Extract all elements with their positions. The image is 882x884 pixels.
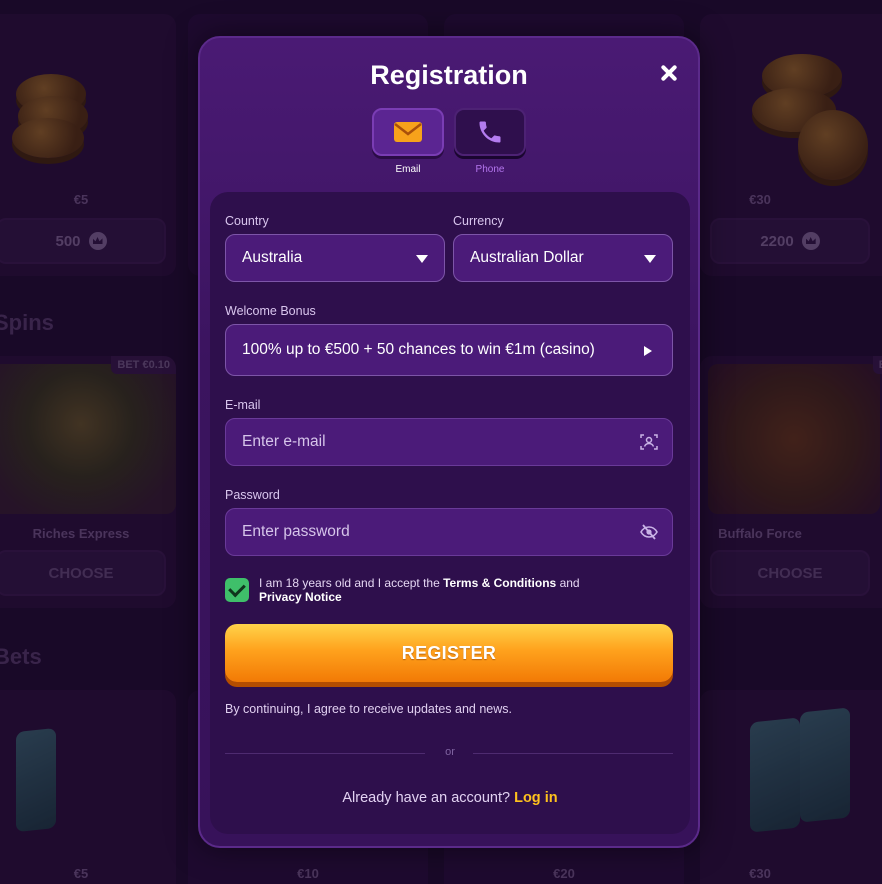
currency-label: Currency: [453, 214, 504, 228]
or-label: or: [445, 746, 455, 758]
tab-email-label: Email: [395, 164, 421, 175]
bonus-value: 100% up to €500 + 50 chances to win €1m …: [242, 341, 595, 358]
envelope-icon: [394, 122, 422, 142]
eye-off-icon[interactable]: [640, 523, 658, 541]
login-link[interactable]: Log in: [514, 790, 558, 806]
terms-link[interactable]: Terms & Conditions: [443, 576, 556, 590]
terms-prefix: I am 18 years old and I accept the: [259, 576, 444, 590]
phone-icon: [479, 121, 501, 143]
terms-checkbox[interactable]: [225, 578, 249, 602]
modal-title: Registration: [370, 60, 528, 90]
currency-select[interactable]: Australian Dollar: [453, 234, 673, 282]
login-row: Already have an account? Log in: [210, 790, 690, 806]
password-label: Password: [225, 488, 280, 502]
chevron-down-icon: [644, 255, 656, 263]
contact-card-icon[interactable]: [640, 433, 658, 451]
currency-value: Australian Dollar: [470, 249, 584, 266]
terms-middle: and: [556, 576, 580, 590]
register-button[interactable]: REGISTER: [225, 624, 673, 682]
email-label: E-mail: [225, 398, 261, 412]
tab-phone[interactable]: [454, 108, 526, 156]
login-prompt: Already have an account?: [342, 790, 511, 806]
bonus-select[interactable]: 100% up to €500 + 50 chances to win €1m …: [225, 324, 673, 376]
password-field[interactable]: [225, 508, 673, 556]
country-select[interactable]: Australia: [225, 234, 445, 282]
form-panel: Country Australia Currency Australian Do…: [210, 192, 690, 834]
country-label: Country: [225, 214, 269, 228]
close-icon[interactable]: [658, 62, 680, 84]
chevron-right-icon: [644, 346, 652, 356]
terms-text: I am 18 years old and I accept the Terms…: [259, 576, 639, 604]
bonus-label: Welcome Bonus: [225, 304, 316, 318]
email-field[interactable]: [225, 418, 673, 466]
tab-phone-label: Phone: [475, 164, 505, 175]
chevron-down-icon: [416, 255, 428, 263]
tab-email[interactable]: [372, 108, 444, 156]
privacy-link[interactable]: Privacy Notice: [259, 590, 342, 604]
consent-note: By continuing, I agree to receive update…: [225, 702, 512, 716]
country-value: Australia: [242, 249, 303, 266]
divider-right: [473, 753, 673, 754]
registration-modal: Registration Email Phone Country Austral…: [198, 36, 700, 848]
